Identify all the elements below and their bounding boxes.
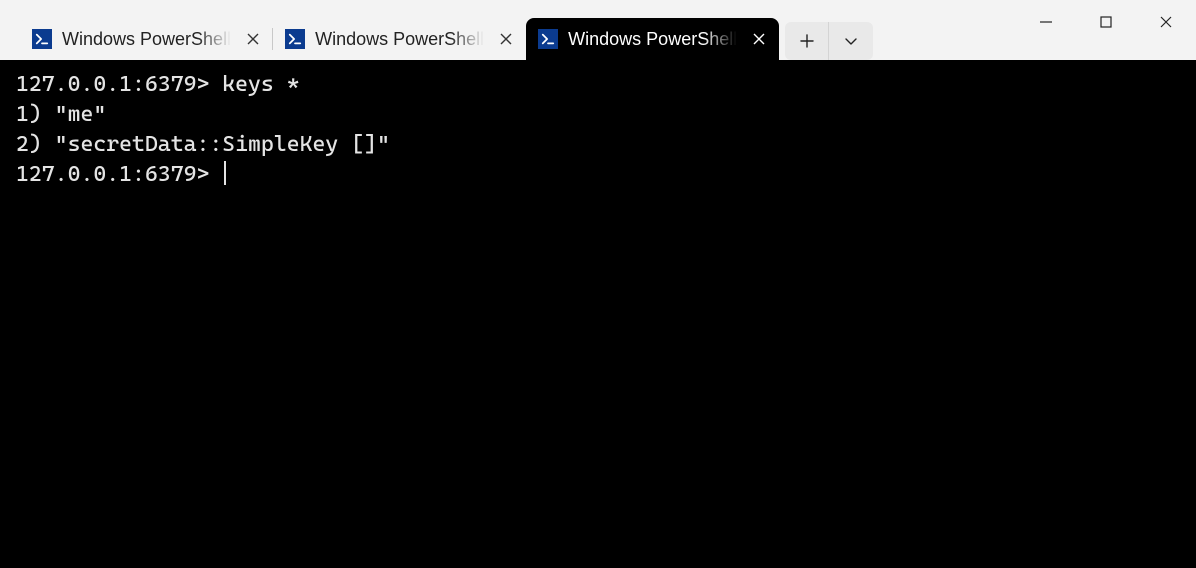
powershell-icon (32, 29, 52, 49)
tab-title: Windows PowerShell (62, 29, 231, 50)
output-line: 1) "me" (16, 102, 106, 127)
tab-strip: Windows PowerShell Windows PowerShell (0, 0, 873, 60)
minimize-button[interactable] (1016, 0, 1076, 44)
tab-close-button[interactable] (494, 27, 518, 51)
prompt: 127.0.0.1:6379> (16, 72, 222, 97)
output-line: 2) "secretData::SimpleKey []" (16, 132, 390, 157)
tab-actions (785, 22, 873, 60)
command: keys * (222, 72, 299, 97)
tab-title: Windows PowerShell (568, 29, 737, 50)
close-button[interactable] (1136, 0, 1196, 44)
powershell-icon (538, 29, 558, 49)
new-tab-button[interactable] (785, 22, 829, 60)
tab-powershell-2[interactable]: Windows PowerShell (273, 18, 526, 60)
powershell-icon (285, 29, 305, 49)
tab-powershell-3-active[interactable]: Windows PowerShell (526, 18, 779, 60)
new-tab-dropdown[interactable] (829, 22, 873, 60)
tab-close-button[interactable] (241, 27, 265, 51)
window-controls (1016, 0, 1196, 44)
maximize-button[interactable] (1076, 0, 1136, 44)
terminal-body[interactable]: 127.0.0.1:6379> keys * 1) "me" 2) "secre… (0, 60, 1196, 568)
tab-close-button[interactable] (747, 27, 771, 51)
text-cursor (224, 161, 226, 185)
tab-powershell-1[interactable]: Windows PowerShell (20, 18, 273, 60)
tab-title: Windows PowerShell (315, 29, 484, 50)
prompt: 127.0.0.1:6379> (16, 162, 222, 187)
terminal-window: Windows PowerShell Windows PowerShell (0, 0, 1196, 568)
titlebar: Windows PowerShell Windows PowerShell (0, 0, 1196, 60)
